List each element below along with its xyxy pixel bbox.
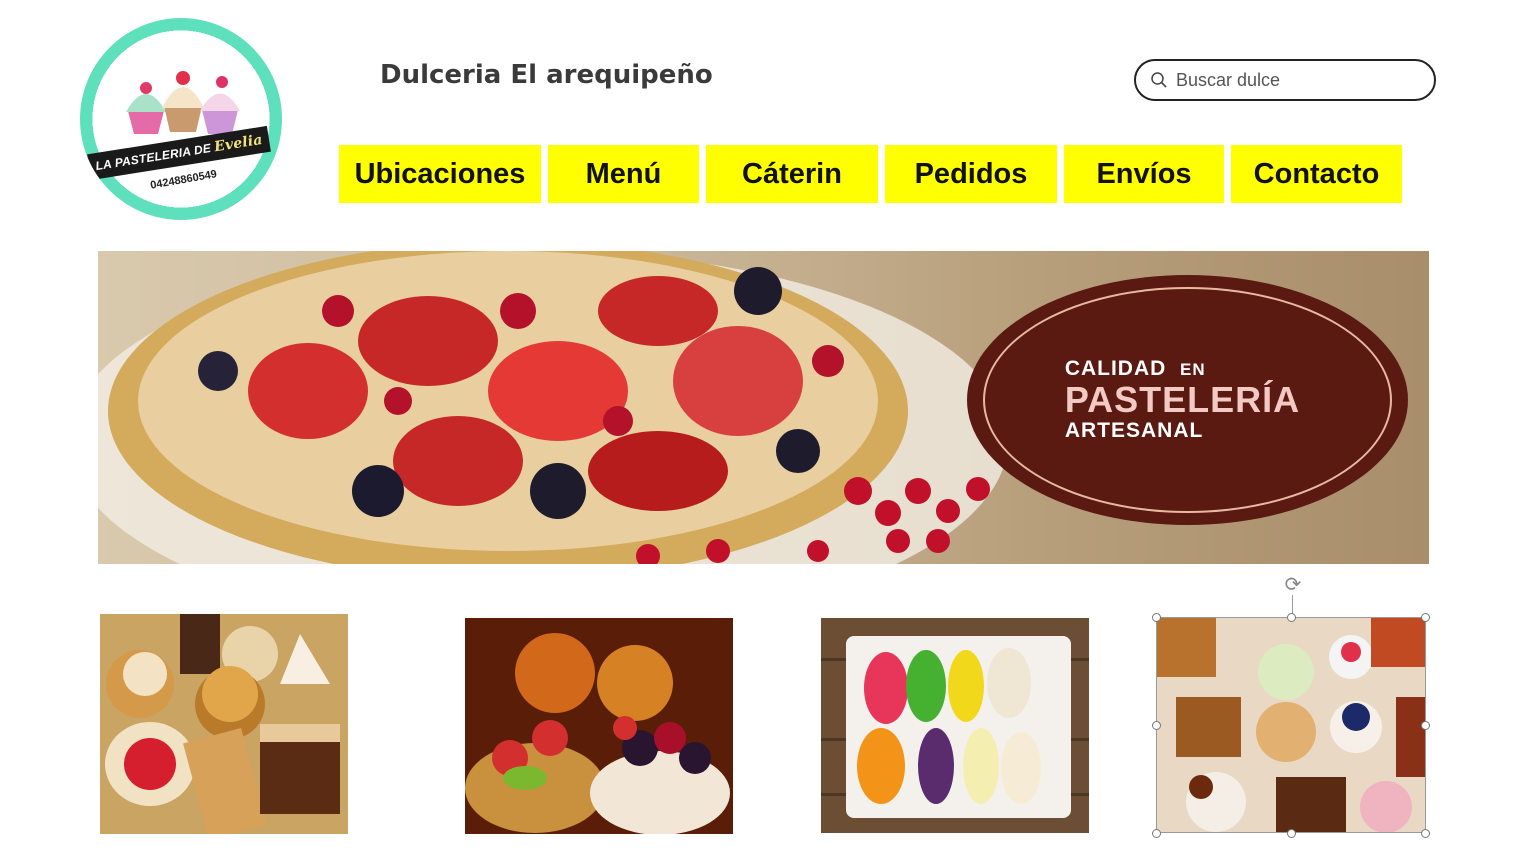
resize-handle-se[interactable] — [1421, 829, 1430, 838]
resize-handle-nw[interactable] — [1152, 613, 1161, 622]
cupcakes-icon — [126, 71, 240, 134]
nav-ubicaciones[interactable]: Ubicaciones — [339, 145, 541, 203]
search-bar[interactable] — [1134, 59, 1436, 101]
logo[interactable]: LA PASTELERIA DE Evelia 04248860549 — [80, 18, 282, 220]
badge-text: CALIDAD EN PASTELERÍA ARTESANAL — [1065, 357, 1300, 443]
hero-banner: CALIDAD EN PASTELERÍA ARTESANAL — [98, 251, 1429, 564]
resize-handle-s[interactable] — [1287, 829, 1296, 838]
nav-pedidos[interactable]: Pedidos — [885, 145, 1057, 203]
badge-line1b: EN — [1179, 360, 1206, 379]
pastries-image — [100, 614, 348, 834]
site-title: Dulceria El arequipeño — [380, 60, 713, 90]
nav-menu[interactable]: Menú — [548, 145, 699, 203]
thumbnail-mini-cakes[interactable] — [1156, 617, 1426, 833]
resize-handle-n[interactable] — [1287, 613, 1296, 622]
badge-line1a: CALIDAD — [1064, 357, 1167, 380]
thumbnail-macarons[interactable] — [821, 618, 1089, 833]
badge-line3: ARTESANAL — [1064, 419, 1204, 442]
resize-handle-sw[interactable] — [1152, 829, 1161, 838]
search-icon — [1151, 72, 1167, 88]
mini-cakes-image — [1156, 617, 1426, 833]
resize-handle-ne[interactable] — [1421, 613, 1430, 622]
search-input[interactable] — [1174, 68, 1428, 92]
hero-badge: CALIDAD EN PASTELERÍA ARTESANAL — [967, 275, 1408, 525]
fruit-tarts-image — [465, 618, 733, 834]
thumbnail-pastries[interactable] — [100, 614, 348, 834]
resize-handle-e[interactable] — [1421, 721, 1430, 730]
resize-handle-w[interactable] — [1152, 721, 1161, 730]
nav-envios[interactable]: Envíos — [1064, 145, 1224, 203]
nav-contacto[interactable]: Contacto — [1231, 145, 1402, 203]
badge-line2: PASTELERÍA — [1064, 379, 1301, 420]
macarons-image — [821, 618, 1089, 833]
rotate-handle-icon[interactable]: ⟳ — [1281, 573, 1305, 597]
logo-script-name: Evelia — [213, 131, 264, 156]
thumbnail-fruit-tarts[interactable] — [465, 618, 733, 834]
nav-caterin[interactable]: Cáterin — [706, 145, 878, 203]
